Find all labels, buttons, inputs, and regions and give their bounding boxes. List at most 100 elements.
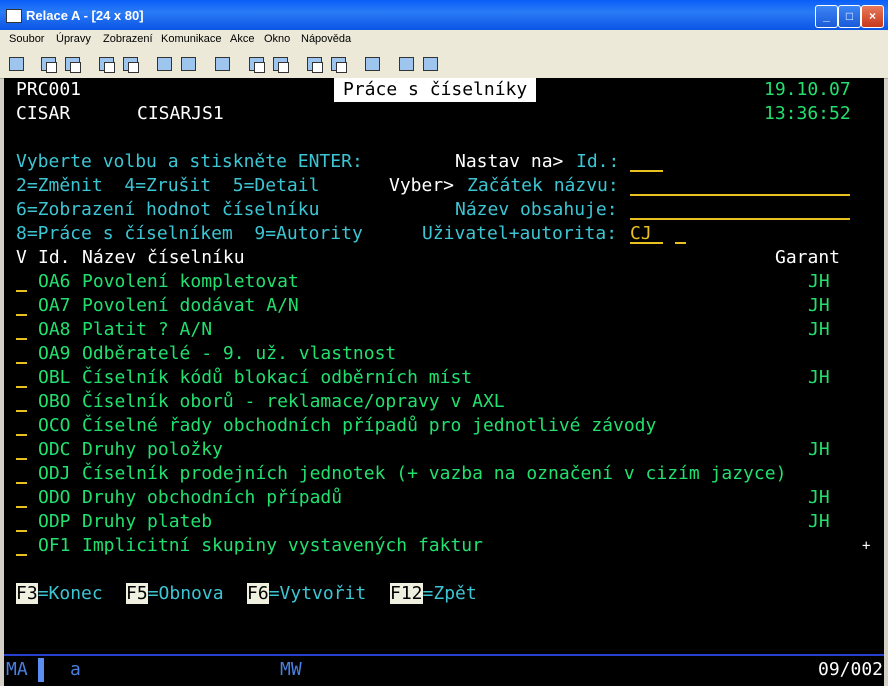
row-name: Číselník prodejních jednotek (+ vazba na… — [82, 463, 787, 484]
clipboard-icon[interactable] — [362, 54, 382, 74]
receive-file-icon[interactable] — [120, 54, 140, 74]
program-name: PRC001 — [16, 79, 82, 100]
screen-date: 19.10.07 — [764, 79, 851, 100]
fkey-f12-label: =Zpět — [422, 583, 477, 604]
options-line-3: 8=Práce s číselníkem 9=Autority — [16, 223, 363, 244]
status-separator — [4, 654, 884, 656]
vyber-label: Vyber> — [389, 175, 455, 196]
row-select-input[interactable] — [16, 390, 27, 412]
app-icon — [6, 9, 22, 23]
more-indicator: + — [862, 538, 871, 554]
copy-icon[interactable] — [38, 54, 58, 74]
close-button[interactable]: × — [861, 5, 884, 28]
fkey-f5-label: =Obnova — [147, 583, 224, 604]
globe-icon[interactable] — [396, 54, 416, 74]
row-name: Platit ? A/N — [82, 319, 213, 340]
menu-soubor[interactable]: Soubor — [9, 33, 44, 45]
instruction-text: Vyberte volbu a stiskněte ENTER: — [16, 151, 363, 172]
menu-komunikace[interactable]: Komunikace — [161, 33, 222, 45]
macro-setup-icon[interactable] — [328, 54, 348, 74]
row-name: Druhy položky — [82, 439, 223, 460]
fkey-f5[interactable]: F5=Obnova — [126, 582, 224, 606]
row-select-input[interactable] — [16, 366, 27, 388]
options-line-2: 6=Zobrazení hodnot číselníku — [16, 199, 320, 220]
status-cursor-position: 09/002 — [818, 659, 884, 680]
row-garant: JH — [808, 295, 830, 316]
stop-macro-icon[interactable] — [270, 54, 290, 74]
row-select-input[interactable] — [16, 294, 27, 316]
fkey-f3-label: =Konec — [37, 583, 103, 604]
row-garant: JH — [808, 367, 830, 388]
row-id: OBO — [38, 391, 71, 412]
row-select-input[interactable] — [16, 270, 27, 292]
uzivatel-label: Uživatel+autorita: — [422, 223, 618, 244]
row-id: OA9 — [38, 343, 71, 364]
fkey-f6-label: =Vytvořit — [268, 583, 367, 604]
row-select-input[interactable] — [16, 438, 27, 460]
fkey-f3-key: F3 — [16, 583, 38, 604]
paste-icon[interactable] — [62, 54, 82, 74]
fkey-f12[interactable]: F12=Zpět — [390, 582, 477, 606]
display-setup-icon[interactable] — [154, 54, 174, 74]
help-icon[interactable] — [420, 54, 440, 74]
row-select-input[interactable] — [16, 486, 27, 508]
zacatek-input[interactable] — [630, 174, 850, 196]
keypad-icon[interactable] — [212, 54, 232, 74]
row-select-input[interactable] — [16, 462, 27, 484]
row-id: OA7 — [38, 295, 71, 316]
row-id: OA8 — [38, 319, 71, 340]
fkey-f5-key: F5 — [126, 583, 148, 604]
row-select-input[interactable] — [16, 414, 27, 436]
window-title: Relace A - [24 x 80] — [26, 8, 144, 23]
row-name: Druhy obchodních případů — [82, 487, 343, 508]
fkey-f12-key: F12 — [390, 583, 423, 604]
options-line-1: 2=Změnit 4=Zrušit 5=Detail — [16, 175, 320, 196]
row-garant: JH — [808, 511, 830, 532]
zacatek-label: Začátek názvu: — [467, 175, 619, 196]
row-select-input[interactable] — [16, 534, 27, 556]
uzivatel-input[interactable]: CJ — [630, 222, 663, 244]
window-title-bar[interactable]: Relace A - [24 x 80] _ □ × — [0, 0, 888, 30]
terminal-screen[interactable]: PRC001 Práce s číselníky 19.10.07 CISAR … — [4, 78, 884, 686]
record-macro-icon[interactable] — [246, 54, 266, 74]
row-name: Implicitní skupiny vystavených faktur — [82, 535, 483, 556]
menu-akce[interactable]: Akce — [230, 33, 254, 45]
minimize-button[interactable]: _ — [815, 5, 838, 28]
row-select-input[interactable] — [16, 318, 27, 340]
menu-bar: Soubor Úpravy Zobrazení Komunikace Akce … — [0, 30, 888, 50]
play-macro-icon[interactable] — [304, 54, 324, 74]
row-id: OBL — [38, 367, 71, 388]
obsahuje-input[interactable] — [630, 198, 850, 220]
toolbar — [0, 50, 888, 79]
row-name: Číselník oborů - reklamace/opravy v AXL — [82, 391, 505, 412]
menu-napoveda[interactable]: Nápověda — [301, 33, 351, 45]
row-name: Povolení dodávat A/N — [82, 295, 299, 316]
screen-title: Práce s číselníky — [334, 78, 537, 102]
menu-okno[interactable]: Okno — [264, 33, 290, 45]
col-header-name: Název číselníku — [82, 247, 245, 268]
row-garant: JH — [808, 319, 830, 340]
row-select-input[interactable] — [16, 510, 27, 532]
menu-upravy[interactable]: Úpravy — [56, 33, 91, 45]
row-id: OCO — [38, 415, 71, 436]
row-id: ODO — [38, 487, 71, 508]
print-screen-icon[interactable] — [6, 54, 26, 74]
menu-zobrazeni[interactable]: Zobrazení — [103, 33, 153, 45]
row-name: Číselné řady obchodních případů pro jedn… — [82, 415, 657, 436]
device-name: CISARJS1 — [137, 103, 224, 124]
col-header-id: Id. — [38, 247, 71, 268]
fkey-f6[interactable]: F6=Vytvořit — [247, 582, 366, 606]
maximize-button[interactable]: □ — [838, 5, 861, 28]
row-id: ODJ — [38, 463, 71, 484]
fkey-f3[interactable]: F3=Konec — [16, 582, 103, 606]
row-id: OF1 — [38, 535, 71, 556]
row-name: Odběratelé - 9. už. vlastnost — [82, 343, 397, 364]
id-input[interactable] — [630, 150, 663, 172]
send-file-icon[interactable] — [96, 54, 116, 74]
autorita-input[interactable] — [675, 222, 686, 244]
keyboard-map-icon[interactable] — [178, 54, 198, 74]
screen-time: 13:36:52 — [764, 103, 851, 124]
row-name: Povolení kompletovat — [82, 271, 299, 292]
row-garant: JH — [808, 271, 830, 292]
row-select-input[interactable] — [16, 342, 27, 364]
